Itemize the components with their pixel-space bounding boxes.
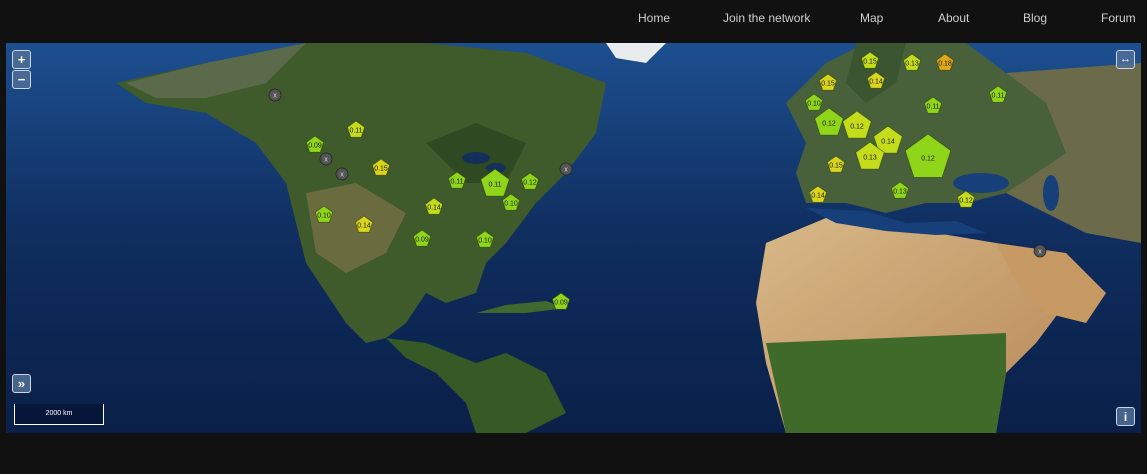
offline-x-icon: x: [324, 157, 328, 164]
map-scale-bar: 2000 km: [14, 404, 104, 425]
marker-label: 0.13: [893, 189, 907, 196]
world-map[interactable]: 0.15 0.13 0.18 0.15 0.14 0.11 0.10 0.11 0.12 0.12…: [6, 43, 1141, 433]
offline-x-icon: x: [273, 93, 277, 100]
offline-node-marker[interactable]: x: [335, 167, 349, 181]
price-marker[interactable]: 0.11: [346, 120, 366, 138]
price-marker[interactable]: 0.15: [371, 158, 391, 176]
marker-label: 0.09: [554, 300, 568, 307]
price-marker[interactable]: 0.15: [826, 155, 846, 173]
price-marker[interactable]: 0.09: [412, 229, 432, 247]
marker-label: 0.14: [427, 205, 441, 212]
marker-label: 0.14: [869, 79, 883, 86]
marker-label: 0.15: [829, 163, 843, 170]
nav-blog[interactable]: Blog: [1023, 11, 1047, 25]
zoom-out-button[interactable]: −: [12, 70, 31, 89]
price-marker[interactable]: 0.14: [354, 215, 374, 233]
marker-label: 0.11: [450, 179, 463, 186]
marker-label: 0.11: [926, 104, 939, 111]
marker-label: 0.10: [807, 101, 821, 108]
price-marker[interactable]: 0.09: [305, 135, 325, 153]
marker-label: 0.12: [822, 121, 836, 128]
marker-label: 0.12: [959, 198, 973, 205]
marker-label: 0.14: [811, 193, 825, 200]
marker-label: 0.13: [905, 61, 919, 68]
marker-label: 0.12: [850, 124, 864, 131]
price-marker[interactable]: 0.10: [501, 193, 521, 211]
nav-map[interactable]: Map: [860, 11, 883, 25]
marker-label: 0.09: [415, 237, 429, 244]
price-marker[interactable]: 0.11: [923, 96, 943, 114]
marker-label: 0.09: [308, 143, 322, 150]
price-marker[interactable]: 0.12: [842, 110, 872, 139]
price-marker[interactable]: 0.18: [935, 53, 955, 71]
price-marker[interactable]: 0.15: [860, 51, 880, 69]
price-marker[interactable]: 0.12: [520, 172, 540, 190]
price-marker[interactable]: 0.12: [904, 133, 952, 178]
price-marker[interactable]: 0.13: [902, 53, 922, 71]
zoom-in-button[interactable]: +: [12, 50, 31, 69]
map-markers-layer: 0.15 0.13 0.18 0.15 0.14 0.11 0.10 0.11 0.12 0.12…: [268, 51, 1047, 310]
marker-label: 0.11: [349, 128, 362, 135]
marker-label: 0.10: [504, 201, 518, 208]
price-marker[interactable]: 0.10: [475, 230, 495, 248]
marker-label: 0.15: [374, 166, 388, 173]
offline-node-marker[interactable]: x: [1033, 244, 1047, 258]
marker-label: 0.14: [357, 223, 371, 230]
price-marker[interactable]: 0.14: [808, 185, 828, 203]
top-navigation: Home Join the network Map About Blog For…: [0, 0, 1147, 42]
offline-node-marker[interactable]: x: [319, 152, 333, 166]
nav-join-the-network[interactable]: Join the network: [723, 11, 810, 25]
marker-label: 0.12: [523, 180, 537, 187]
marker-label: 0.18: [938, 61, 952, 68]
price-marker[interactable]: 0.12: [814, 107, 844, 136]
offline-x-icon: x: [340, 172, 344, 179]
price-marker[interactable]: 0.11: [447, 171, 467, 189]
price-marker[interactable]: 0.15: [818, 73, 838, 91]
offline-node-marker[interactable]: x: [559, 162, 573, 176]
fullwidth-toggle-icon[interactable]: ↔: [1116, 50, 1135, 69]
marker-label: 0.13: [863, 155, 877, 162]
offline-node-marker[interactable]: x: [268, 88, 282, 102]
nav-about[interactable]: About: [938, 11, 969, 25]
marker-label: 0.14: [881, 139, 895, 146]
expand-panel-button[interactable]: »: [12, 374, 31, 393]
price-marker[interactable]: 0.10: [314, 205, 334, 223]
nav-forum[interactable]: Forum: [1101, 11, 1136, 25]
info-button[interactable]: i: [1116, 407, 1135, 426]
marker-label: 0.15: [821, 81, 835, 88]
nav-home[interactable]: Home: [638, 11, 670, 25]
price-marker[interactable]: 0.10: [804, 93, 824, 111]
price-marker[interactable]: 0.13: [890, 181, 910, 199]
price-marker[interactable]: 0.14: [866, 71, 886, 89]
price-marker[interactable]: 0.09: [551, 292, 571, 310]
marker-label: 0.10: [317, 213, 331, 220]
price-marker[interactable]: 0.12: [956, 190, 976, 208]
marker-label: 0.11: [488, 182, 501, 189]
offline-x-icon: x: [564, 167, 568, 174]
price-marker[interactable]: 0.14: [424, 197, 444, 215]
price-marker[interactable]: 0.11: [480, 168, 510, 197]
price-marker[interactable]: 0.11: [988, 85, 1008, 103]
offline-x-icon: x: [1038, 249, 1042, 256]
marker-label: 0.15: [863, 59, 877, 66]
marker-label: 0.12: [921, 156, 935, 163]
marker-label: 0.11: [991, 93, 1004, 100]
marker-label: 0.10: [478, 238, 492, 245]
